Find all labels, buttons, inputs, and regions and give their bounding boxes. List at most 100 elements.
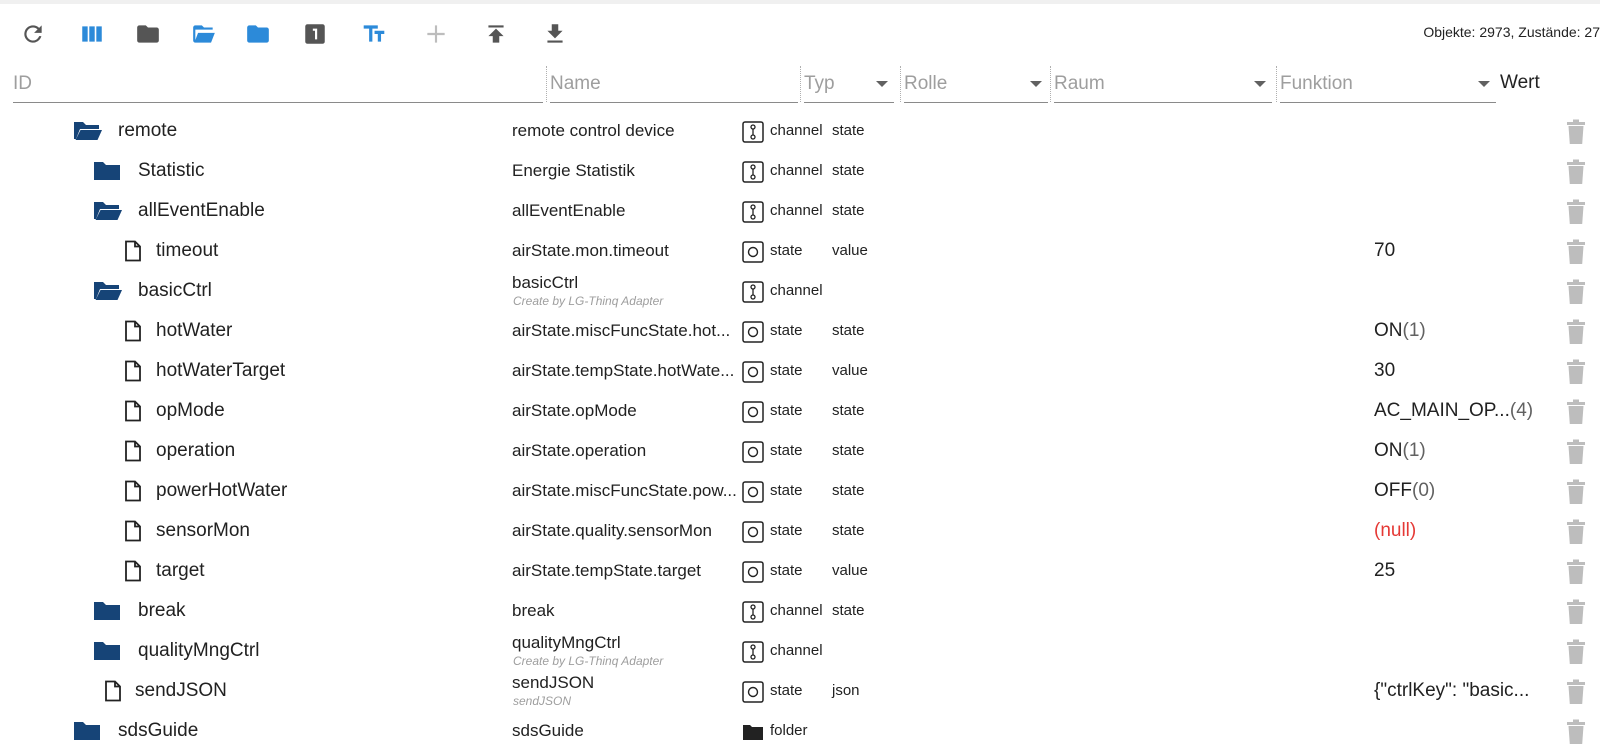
object-value[interactable]: 30 bbox=[1374, 360, 1395, 382]
object-name: break bbox=[512, 601, 555, 620]
trash-icon[interactable] bbox=[1565, 119, 1587, 145]
tree-row[interactable]: sensorMon airState.quality.sensorMon state… bbox=[0, 511, 1600, 551]
tree-row[interactable]: qualityMngCtrl qualityMngCtrl Create by LG… bbox=[0, 631, 1600, 671]
folder-icon[interactable] bbox=[72, 719, 102, 743]
object-role: state bbox=[832, 122, 865, 139]
object-role: state bbox=[832, 202, 865, 219]
looks-one-icon bbox=[305, 24, 325, 44]
object-role: json bbox=[832, 682, 860, 699]
trash-icon[interactable] bbox=[1565, 399, 1587, 425]
trash-icon[interactable] bbox=[1565, 599, 1587, 625]
folder-icon bbox=[247, 25, 269, 43]
upload-button[interactable] bbox=[480, 18, 512, 50]
folder-icon[interactable] bbox=[92, 639, 122, 663]
id-filter-input[interactable]: ID bbox=[13, 66, 543, 103]
name-filter-input[interactable]: Name bbox=[546, 66, 798, 103]
tree-row[interactable]: target airState.tempState.target state valu… bbox=[0, 551, 1600, 591]
file-icon bbox=[98, 679, 128, 703]
trash-icon[interactable] bbox=[1565, 519, 1587, 545]
tree-row[interactable]: break break channel state bbox=[0, 591, 1600, 631]
function-filter-select[interactable]: Funktion bbox=[1276, 66, 1496, 103]
object-id: basicCtrl bbox=[138, 280, 212, 301]
columns-button[interactable] bbox=[76, 18, 108, 50]
tree-row[interactable]: powerHotWater airState.miscFuncState.pow.… bbox=[0, 471, 1600, 511]
file-icon bbox=[118, 519, 148, 543]
tree-row[interactable]: hotWaterTarget airState.tempState.hotWate… bbox=[0, 351, 1600, 391]
tree-row[interactable]: opMode airState.opMode state state AC_MAIN_O… bbox=[0, 391, 1600, 431]
trash-icon[interactable] bbox=[1565, 679, 1587, 705]
tree-row[interactable]: remote remote control device channel state bbox=[0, 111, 1600, 151]
trash-icon[interactable] bbox=[1565, 639, 1587, 665]
object-value[interactable]: ON(1) bbox=[1374, 440, 1426, 462]
value-text: ON bbox=[1374, 320, 1403, 341]
object-value[interactable]: 70 bbox=[1374, 240, 1395, 262]
object-value[interactable]: OFF(0) bbox=[1374, 480, 1435, 502]
add-object-button[interactable] bbox=[420, 18, 452, 50]
folder-open-icon[interactable] bbox=[92, 199, 122, 223]
object-type: channel bbox=[770, 162, 823, 179]
object-value[interactable]: ON(1) bbox=[1374, 320, 1426, 342]
type-filter-select[interactable]: Typ bbox=[800, 66, 894, 103]
state-type-icon bbox=[742, 521, 764, 543]
object-id: sdsGuide bbox=[118, 720, 199, 741]
tree-row[interactable]: allEventEnable allEventEnable channel state bbox=[0, 191, 1600, 231]
file-icon bbox=[118, 239, 148, 263]
chevron-down-icon bbox=[1030, 81, 1042, 87]
chevron-down-icon bbox=[1254, 81, 1266, 87]
state-type-icon bbox=[742, 481, 764, 503]
trash-icon[interactable] bbox=[1565, 159, 1587, 185]
tree-row[interactable]: hotWater airState.miscFuncState.hot... sta… bbox=[0, 311, 1600, 351]
value-raw: (4) bbox=[1509, 400, 1534, 421]
object-type: state bbox=[770, 482, 803, 499]
trash-icon[interactable] bbox=[1565, 279, 1587, 305]
trash-icon[interactable] bbox=[1565, 439, 1587, 465]
object-value[interactable]: (null) bbox=[1374, 520, 1416, 542]
room-filter-select[interactable]: Raum bbox=[1050, 66, 1272, 103]
trash-icon[interactable] bbox=[1565, 359, 1587, 385]
trash-icon[interactable] bbox=[1565, 719, 1587, 745]
tree-row[interactable]: operation airState.operation state state ON(… bbox=[0, 431, 1600, 471]
publish-icon bbox=[488, 25, 504, 43]
object-name: sendJSON bbox=[512, 673, 595, 692]
object-role: state bbox=[832, 162, 865, 179]
object-type: state bbox=[770, 242, 803, 259]
state-type-icon bbox=[742, 561, 764, 583]
object-value[interactable]: {"ctrlKey": "basic... bbox=[1374, 680, 1529, 702]
trash-icon[interactable] bbox=[1565, 239, 1587, 265]
trash-icon[interactable] bbox=[1565, 199, 1587, 225]
text-size-button[interactable] bbox=[358, 18, 390, 50]
trash-icon[interactable] bbox=[1565, 559, 1587, 585]
expand-all-button[interactable] bbox=[188, 18, 220, 50]
folder-icon[interactable] bbox=[92, 159, 122, 183]
role-filter-select[interactable]: Rolle bbox=[900, 66, 1048, 103]
folder-open-icon[interactable] bbox=[72, 119, 102, 143]
folder-open-icon[interactable] bbox=[92, 279, 122, 303]
expand-one-button[interactable] bbox=[242, 18, 274, 50]
object-id: Statistic bbox=[138, 160, 205, 181]
object-name: airState.opMode bbox=[512, 401, 637, 420]
tree-row[interactable]: sendJSON sendJSON sendJSON state json {"ctrlK… bbox=[0, 671, 1600, 711]
download-button[interactable] bbox=[539, 18, 571, 50]
trash-icon[interactable] bbox=[1565, 479, 1587, 505]
value-text: 30 bbox=[1374, 360, 1396, 381]
value-text: 70 bbox=[1374, 240, 1396, 261]
trash-icon[interactable] bbox=[1565, 319, 1587, 345]
refresh-button[interactable] bbox=[17, 18, 49, 50]
value-text: AC_MAIN_OP... bbox=[1374, 400, 1510, 421]
state-type-icon bbox=[742, 401, 764, 423]
expand-level-button[interactable] bbox=[299, 18, 331, 50]
object-value[interactable]: AC_MAIN_OP...(4) bbox=[1374, 400, 1533, 422]
id-filter-placeholder: ID bbox=[13, 73, 32, 94]
object-tree: remote remote control device channel state S… bbox=[0, 111, 1600, 751]
state-type-icon bbox=[742, 441, 764, 463]
name-filter-placeholder: Name bbox=[550, 73, 601, 94]
channel-type-icon bbox=[742, 641, 764, 663]
tree-row[interactable]: Statistic Energie Statistik channel state bbox=[0, 151, 1600, 191]
folder-icon[interactable] bbox=[92, 599, 122, 623]
tree-row[interactable]: timeout airState.mon.timeout state value 70 bbox=[0, 231, 1600, 271]
file-icon bbox=[118, 359, 148, 383]
collapse-all-button[interactable] bbox=[132, 18, 164, 50]
tree-row[interactable]: sdsGuide sdsGuide folder bbox=[0, 711, 1600, 751]
object-value[interactable]: 25 bbox=[1374, 560, 1395, 582]
tree-row[interactable]: basicCtrl basicCtrl Create by LG-Thinq Ada… bbox=[0, 271, 1600, 311]
